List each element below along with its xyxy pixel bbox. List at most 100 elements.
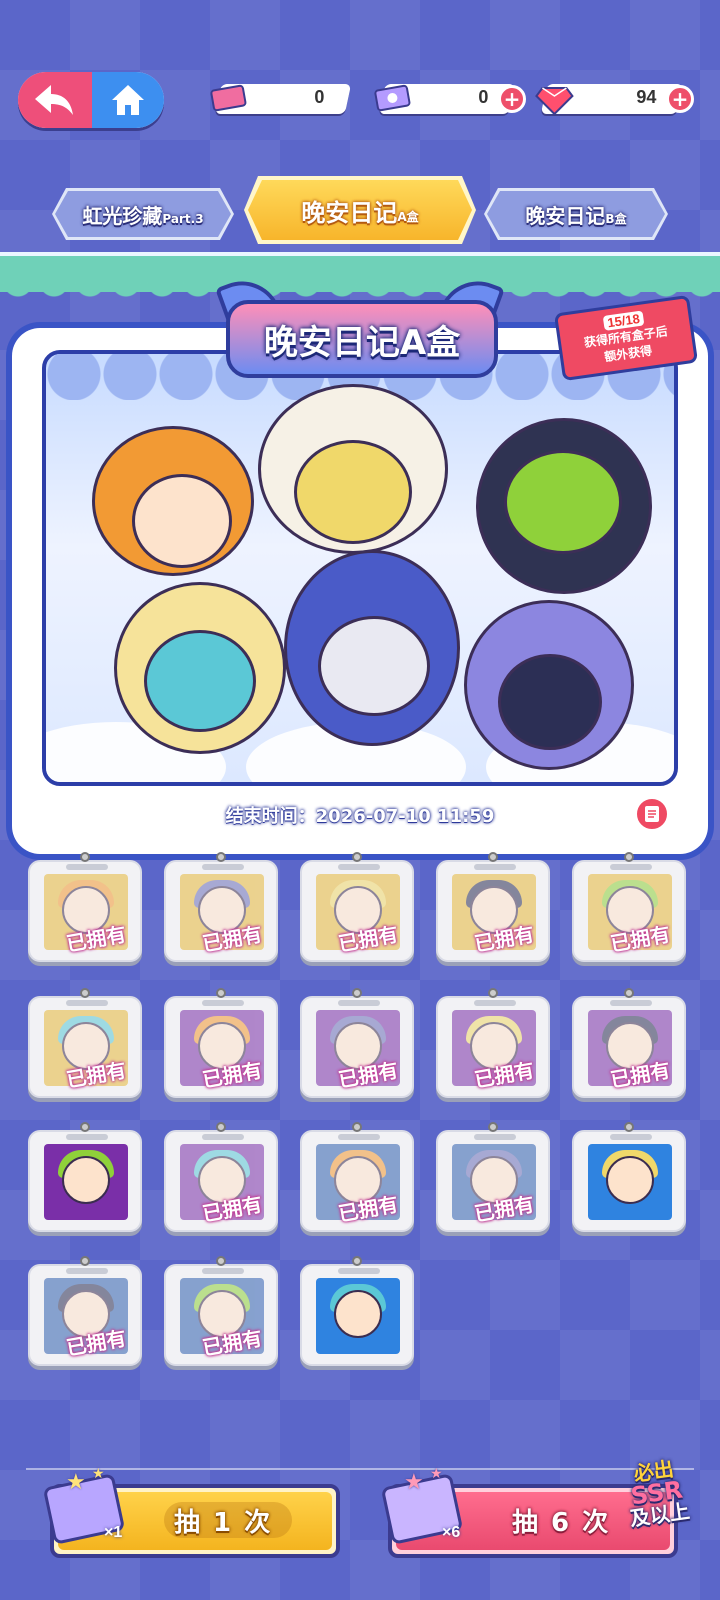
- scallop-divider: [0, 282, 720, 300]
- keychain-clip: [474, 1134, 516, 1140]
- character-face: [132, 474, 232, 568]
- back-arrow-icon: [35, 85, 73, 115]
- keychain-hole: [624, 852, 634, 862]
- keychain-hole: [488, 1122, 498, 1132]
- keychain-clip: [66, 1268, 108, 1274]
- keychain-clip: [338, 1268, 380, 1274]
- currency-value: 0: [478, 87, 489, 107]
- collection-item[interactable]: [300, 1256, 414, 1366]
- add-button[interactable]: +: [498, 85, 526, 113]
- document-icon: [645, 806, 659, 822]
- collection-item[interactable]: 已拥有: [164, 1256, 278, 1366]
- ticket-purple-icon: [372, 78, 412, 116]
- keychain-clip: [338, 1134, 380, 1140]
- banner-panel: 晚安日记A盒 15/18 获得所有盒子后 额外获得 结束时间：2026-07-1…: [12, 270, 708, 854]
- character-face: [62, 1156, 110, 1204]
- star-icon: ★: [404, 1470, 424, 1495]
- character-face: [144, 630, 256, 732]
- ticket-multiplier: ×1: [104, 1524, 123, 1541]
- banner-title: 晚安日记A盒: [263, 322, 461, 363]
- currency-gem: 94 +: [535, 84, 694, 116]
- keychain-hole: [80, 1122, 90, 1132]
- keychain-hole: [80, 1256, 90, 1266]
- collection-item[interactable]: 已拥有: [300, 988, 414, 1098]
- collection-item[interactable]: 已拥有: [28, 1256, 142, 1366]
- keychain-hole: [80, 988, 90, 998]
- collection-item[interactable]: 已拥有: [28, 852, 142, 962]
- divider: [26, 1468, 694, 1470]
- keychain-clip: [202, 1134, 244, 1140]
- collection-item[interactable]: 已拥有: [436, 988, 550, 1098]
- collection-item[interactable]: 已拥有: [572, 988, 686, 1098]
- keychain-clip: [610, 1134, 652, 1140]
- nav-pill: [18, 72, 164, 128]
- tab-rainbow-collection[interactable]: 虹光珍藏Part.3: [52, 188, 234, 240]
- ssr-guarantee-badge: 必出 SSR 及以上: [608, 1454, 707, 1536]
- keychain-clip: [202, 864, 244, 870]
- star-icon: ★: [430, 1466, 443, 1482]
- collection-item[interactable]: 已拥有: [164, 852, 278, 962]
- keychain-hole: [216, 988, 226, 998]
- keychain-hole: [216, 852, 226, 862]
- keychain-hole: [216, 1122, 226, 1132]
- collection-item[interactable]: [28, 1122, 142, 1232]
- collection-item[interactable]: 已拥有: [300, 1122, 414, 1232]
- draw-once-button[interactable]: ×1 抽 1 次: [42, 1473, 340, 1558]
- keychain-clip: [610, 864, 652, 870]
- currency-ticket-purple: 0 +: [374, 84, 526, 114]
- collection-item[interactable]: 已拥有: [28, 988, 142, 1098]
- back-button[interactable]: [18, 72, 92, 128]
- character-face: [294, 440, 412, 544]
- keychain-hole: [488, 988, 498, 998]
- keychain-hole: [80, 852, 90, 862]
- collection-item[interactable]: 已拥有: [436, 852, 550, 962]
- item-image: [316, 1278, 400, 1354]
- keychain-clip: [474, 864, 516, 870]
- tab-label: 晚安日记A盒: [301, 198, 419, 227]
- bonus-line1: 获得所有盒子后: [583, 324, 669, 350]
- character-face: [334, 1290, 382, 1338]
- banner-title-plate: 晚安日记A盒: [226, 300, 498, 378]
- banner-artwork: [42, 350, 678, 786]
- collection-item[interactable]: 已拥有: [572, 852, 686, 962]
- tab-goodnight-diary-a[interactable]: 晚安日记A盒: [244, 176, 476, 244]
- tab-label: 晚安日记B盒: [525, 203, 627, 228]
- home-icon: [112, 85, 144, 115]
- collection-item[interactable]: 已拥有: [300, 852, 414, 962]
- keychain-hole: [488, 852, 498, 862]
- draw-six-label: 抽 6 次: [512, 1508, 611, 1538]
- collection-item[interactable]: 已拥有: [164, 988, 278, 1098]
- add-button[interactable]: +: [666, 85, 694, 113]
- currency-value: 0: [314, 87, 325, 107]
- tab-label: 虹光珍藏Part.3: [82, 203, 204, 228]
- keychain-clip: [66, 1000, 108, 1006]
- item-image: [588, 1144, 672, 1220]
- item-image: [44, 1144, 128, 1220]
- keychain-hole: [624, 988, 634, 998]
- keychain-clip: [610, 1000, 652, 1006]
- collection-item[interactable]: 已拥有: [436, 1122, 550, 1232]
- keychain-clip: [338, 864, 380, 870]
- character-face: [504, 450, 622, 554]
- tab-goodnight-diary-b[interactable]: 晚安日记B盒: [484, 188, 668, 240]
- keychain-clip: [202, 1000, 244, 1006]
- character-face: [498, 654, 602, 750]
- star-icon: ★: [66, 1470, 86, 1495]
- bonus-line2: 额外获得: [603, 343, 653, 365]
- home-button[interactable]: [92, 72, 164, 128]
- keychain-clip: [66, 1134, 108, 1140]
- gem-icon: [534, 78, 574, 116]
- character-face: [318, 616, 430, 716]
- collection-item[interactable]: 已拥有: [164, 1122, 278, 1232]
- keychain-hole: [624, 1122, 634, 1132]
- keychain-clip: [338, 1000, 380, 1006]
- collection-item[interactable]: [572, 1122, 686, 1232]
- keychain-hole: [352, 1122, 362, 1132]
- keychain-clip: [202, 1268, 244, 1274]
- ticket-multiplier: ×6: [442, 1524, 461, 1541]
- keychain-clip: [66, 864, 108, 870]
- info-button[interactable]: [634, 796, 670, 832]
- star-icon: ★: [92, 1466, 105, 1482]
- character-face: [606, 1156, 654, 1204]
- currency-value: 94: [636, 87, 657, 107]
